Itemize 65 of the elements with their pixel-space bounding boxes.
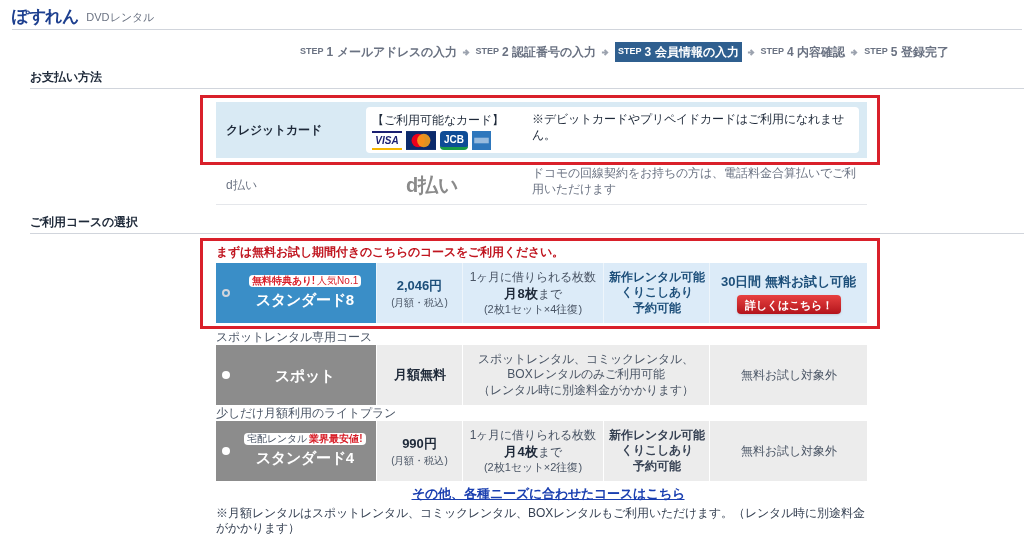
jcb-logo: JCB [440, 131, 468, 150]
step-indicator: STEP 1 メールアドレスの入力 [300, 44, 457, 61]
visa-logo: VISA [372, 131, 402, 150]
radio-button[interactable] [222, 289, 230, 297]
section-heading: ご利用コースの選択 [30, 213, 1024, 234]
trial-text: 30日間 無料お試し可能 [720, 272, 857, 291]
count-note: (2枚1セット×4往復) [483, 302, 583, 317]
payment-option[interactable]: クレジットカード 【ご利用可能なカード】 VISA JCB ※デビットカードやプリペイドカードはご利用になれません。 [216, 102, 867, 158]
feature-text: 新作レンタル可能 [608, 427, 705, 444]
feature-text: 予約可能 [632, 458, 681, 475]
price-note: (月額・税込) [391, 296, 448, 311]
disc-count: 月8枚 [504, 285, 538, 303]
course-option[interactable]: 無料特典あり! 人気No.1 スタンダード8 2,046円 (月額・税込) 1ヶ月に借りられる枚数 月8枚まで (2枚1セット×4往復) 新作レンタル可能 くりこしあり 予約可能 30日間 無料お試し可能 詳しくはこちら！ [216, 263, 867, 323]
arrow-icon [850, 47, 860, 57]
option-label: クレジットカード [225, 122, 323, 139]
course-option[interactable]: スポット 月額無料 スポットレンタル、コミックレンタル、BOXレンタルのみご利用可能 （レンタル時に別途料金がかかります） 無料お試し対象外 [216, 345, 867, 405]
course-notice: まずは無料お試し期間付きのこちらのコースをご利用ください。 [216, 244, 565, 261]
feature-text: 新作レンタル可能 [608, 269, 705, 286]
step-indicator: STEP 3 会員情報の入力 [615, 42, 742, 62]
course-price: 990円 [402, 434, 437, 453]
card-note: ※デビットカードやプリペイドカードはご利用になれません。 [532, 111, 845, 144]
price-note: (月額・税込) [391, 454, 448, 469]
service-name: DVDレンタル [86, 12, 154, 23]
course-name: スタンダード4 [255, 448, 355, 468]
count-suffix: まで [537, 285, 562, 303]
radio-button[interactable] [222, 447, 230, 455]
cards-label: 【ご利用可能なカード】 [372, 112, 505, 129]
count-suffix: まで [537, 443, 562, 461]
d-payment-logo: d払い [405, 172, 460, 198]
course-name: スタンダード8 [255, 290, 355, 310]
section-heading: お支払い方法 [30, 68, 1024, 89]
step-indicator: STEP 4 内容確認 [760, 44, 846, 61]
course-price: 2,046円 [396, 276, 443, 295]
details-button[interactable]: 詳しくはこちら！ [736, 295, 841, 315]
disc-count: 月4枚 [504, 443, 538, 461]
count-note: (2枚1セット×2往復) [483, 460, 583, 475]
course-caption: スポットレンタル専用コース [216, 329, 373, 345]
option-label: d払い [225, 176, 258, 194]
logo[interactable]: ぽすれん [12, 8, 79, 25]
arrow-icon [601, 47, 611, 57]
arrow-icon [461, 47, 471, 57]
course-name: スポット [275, 365, 335, 386]
course-link[interactable]: その他、各種ニーズに合わせたコースはこちら [411, 484, 685, 504]
feature-text: 予約可能 [632, 300, 681, 317]
course-price: 月額無料 [393, 366, 446, 385]
feature-text: くりこしあり [620, 443, 693, 459]
radio-button[interactable] [222, 371, 230, 379]
trial-text: 無料お試し対象外 [740, 443, 837, 460]
arrow-icon [746, 47, 756, 57]
mastercard-logo [406, 131, 436, 150]
feature-text: くりこしあり [620, 285, 693, 301]
count-label: 1ヶ月に借りられる枚数 [469, 269, 597, 285]
course-description: （レンタル時に別途料金がかかります） [478, 382, 694, 399]
option-note: ドコモの回線契約をお持ちの方は、電話料金合算払いでご利用いただけます [532, 166, 857, 198]
course-description: スポットレンタル、コミックレンタル、BOXレンタルのみご利用可能 [477, 351, 695, 383]
step-indicator: STEP 2 認証番号の入力 [475, 44, 597, 61]
course-badge: 無料特典あり! 人気No.1 [248, 274, 362, 287]
step-indicator: STEP 5 登録完了 [864, 44, 949, 61]
count-label: 1ヶ月に借りられる枚数 [469, 427, 597, 443]
footnote: ※月額レンタルはスポットレンタル、コミックレンタル、BOXレンタルもご利用いただけます。（レンタル時に別途料金がかかります） [216, 505, 867, 537]
amex-logo [472, 131, 491, 150]
course-badge: 宅配レンタル 業界最安値! [244, 432, 366, 445]
course-caption: 少しだけ月額利用のライトプラン [216, 405, 397, 421]
trial-text: 無料お試し対象外 [740, 367, 837, 384]
course-option[interactable]: 宅配レンタル 業界最安値! スタンダード4 990円 (月額・税込) 1ヶ月に借りられる枚数 月4枚まで (2枚1セット×2往復) 新作レンタル可能 くりこしあり 予約可能 無料お試し対象外 [216, 421, 867, 481]
